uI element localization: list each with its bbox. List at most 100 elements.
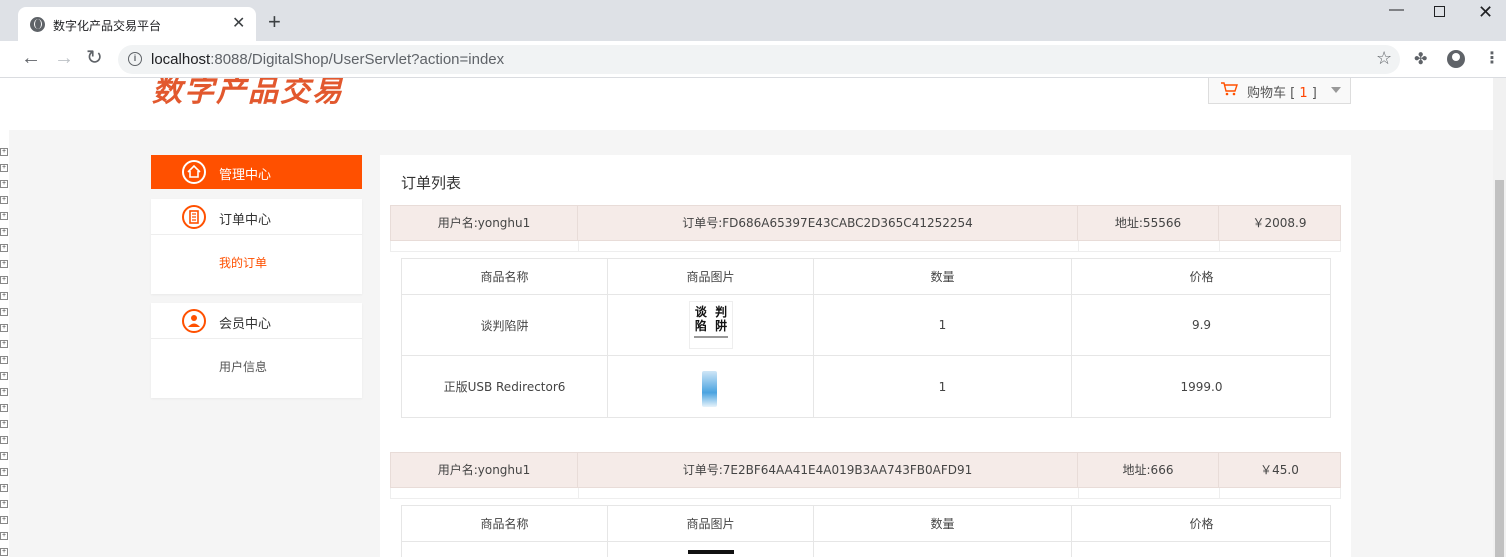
sidebar-order-label: 订单中心	[219, 213, 272, 228]
gutter-expand-icon: +	[0, 532, 8, 540]
reload-icon[interactable]: ↻	[86, 45, 103, 70]
site-header: 数字产品交易 购物车 [ 1 ]	[9, 78, 1493, 130]
globe-icon	[30, 17, 45, 32]
col-header-price: 价格	[1189, 270, 1214, 284]
chevron-down-icon	[1331, 87, 1341, 93]
gutter-expand-icon: +	[0, 340, 8, 348]
sidebar-link-user-info[interactable]: 用户信息	[219, 358, 267, 375]
item-price: 9.9	[1191, 318, 1212, 332]
gutter-expand-icon: +	[0, 388, 8, 396]
gutter-expand-icon: +	[0, 372, 8, 380]
order-items-table: 商品名称 商品图片 数量 价格	[401, 505, 1331, 557]
gutter-expand-icon: +	[0, 548, 8, 556]
cart-button[interactable]: 购物车 [ 1 ]	[1208, 78, 1351, 104]
menu-icon[interactable]: ⋮	[1484, 48, 1500, 68]
col-header-name: 商品名称	[402, 506, 608, 541]
gutter-expand-icon: +	[0, 436, 8, 444]
gutter-expand-icon: +	[0, 420, 8, 428]
gutter-expand-icon: +	[0, 180, 8, 188]
order-total: ￥2008.9	[1252, 216, 1307, 230]
gutter-expand-icon: +	[0, 468, 8, 476]
sidebar-member-section: 会员中心 用户信息	[151, 303, 362, 398]
item-image-cell	[608, 542, 814, 557]
item-name: 正版USB Redirector6	[402, 356, 608, 417]
sidebar-item-member-center[interactable]: 会员中心	[151, 303, 362, 339]
order-user: 用户名:yonghu1	[391, 206, 578, 240]
sidebar-item-admin-center[interactable]: 管理中心	[151, 155, 362, 189]
col-header-image: 商品图片	[608, 259, 814, 294]
cart-label: 购物车 [ 1 ]	[1247, 86, 1317, 101]
table-header-row: 商品名称 商品图片 数量 价格	[402, 259, 1330, 295]
extensions-icon[interactable]: ✤	[1414, 49, 1427, 69]
gutter-expand-icon: +	[0, 356, 8, 364]
left-gutter: + + + + + + + + + + + + + + + + + + + + + + + + + +	[0, 78, 9, 557]
product-image[interactable]	[687, 550, 734, 554]
order-number: 订单号:7E2BF64AA41E4A019B3AA743FB0AFD91	[578, 453, 1078, 487]
url-input[interactable]: i localhost:8088/DigitalShop/UserServlet…	[118, 45, 1400, 74]
order-header: 用户名:yonghu1 订单号:FD686A65397E43CABC2D365C…	[390, 205, 1341, 241]
page-viewport: 数字产品交易 购物车 [ 1 ] 管理中心 订单中心 我的订单 会员中心 用户信…	[9, 78, 1493, 557]
order-address: 地址:666	[1078, 453, 1219, 487]
cart-icon	[1221, 82, 1238, 96]
page-scrollbar[interactable]	[1493, 78, 1506, 557]
table-row: 谈判陷阱 谈 判 陷 阱 1 9.9	[402, 295, 1330, 356]
window-close-icon[interactable]: ✕	[1478, 2, 1493, 23]
maximize-icon[interactable]	[1434, 6, 1445, 17]
browser-tab[interactable]: 数字化产品交易平台 ✕	[18, 7, 256, 41]
user-icon	[182, 309, 206, 333]
url-text: localhost:8088/DigitalShop/UserServlet?a…	[151, 51, 504, 68]
item-qty-cell	[814, 542, 1072, 557]
sidebar-admin-label: 管理中心	[219, 168, 272, 183]
plus-icon[interactable]: +	[268, 9, 281, 35]
scrollbar-thumb[interactable]	[1495, 180, 1504, 557]
table-header-row: 商品名称 商品图片 数量 价格	[402, 506, 1330, 542]
close-icon[interactable]: ✕	[232, 13, 245, 33]
site-logo[interactable]: 数字产品交易	[152, 78, 344, 110]
browser-tab-bar: 数字化产品交易平台 ✕ + — ✕	[0, 0, 1506, 41]
minimize-icon[interactable]: —	[1389, 1, 1404, 18]
order-user: 用户名:yonghu1	[391, 453, 578, 487]
gutter-expand-icon: +	[0, 452, 8, 460]
item-qty: 1	[814, 295, 1072, 355]
order-number: 订单号:FD686A65397E43CABC2D365C41252254	[578, 206, 1078, 240]
sidebar-item-order-center[interactable]: 订单中心	[151, 199, 362, 235]
back-icon[interactable]: ←	[21, 47, 41, 70]
item-name-cell	[402, 542, 608, 557]
product-image[interactable]	[689, 363, 733, 411]
order-items-table: 商品名称 商品图片 数量 价格 谈判陷阱 谈 判 陷 阱 1 9.9 正版USB…	[401, 258, 1331, 418]
gutter-expand-icon: +	[0, 148, 8, 156]
gutter-expand-icon: +	[0, 212, 8, 220]
col-header-name: 商品名称	[402, 259, 608, 294]
table-row: 正版USB Redirector6 1 1999.0	[402, 356, 1330, 417]
url-host: localhost	[151, 51, 211, 68]
gutter-expand-icon: +	[0, 244, 8, 252]
page-title: 订单列表	[401, 174, 462, 192]
item-name: 谈判陷阱	[402, 295, 608, 355]
order-header: 用户名:yonghu1 订单号:7E2BF64AA41E4A019B3AA743…	[390, 452, 1341, 488]
profile-icon[interactable]	[1447, 50, 1465, 68]
gutter-expand-icon: +	[0, 196, 8, 204]
book-cover-title: 谈 判 陷 阱	[694, 305, 730, 333]
cart-text: 购物车	[1247, 86, 1287, 101]
info-icon[interactable]: i	[128, 52, 142, 66]
order-header-spacer	[390, 241, 1341, 252]
tab-title: 数字化产品交易平台	[53, 19, 162, 33]
sidebar-link-my-orders[interactable]: 我的订单	[219, 254, 267, 271]
item-qty: 1	[814, 356, 1072, 417]
col-header-image: 商品图片	[608, 506, 814, 541]
gutter-expand-icon: +	[0, 516, 8, 524]
order-list-panel: 订单列表 用户名:yonghu1 订单号:FD686A65397E43CABC2…	[380, 155, 1351, 557]
gutter-expand-icon: +	[0, 292, 8, 300]
gutter-expand-icon: +	[0, 324, 8, 332]
gutter-expand-icon: +	[0, 484, 8, 492]
star-icon[interactable]: ☆	[1376, 48, 1392, 69]
forward-icon[interactable]: →	[54, 47, 74, 70]
col-header-qty: 数量	[814, 259, 1072, 294]
gutter-expand-icon: +	[0, 500, 8, 508]
col-header-price: 价格	[1189, 517, 1214, 531]
cart-count: 1	[1299, 86, 1308, 101]
col-header-qty: 数量	[814, 506, 1072, 541]
product-image[interactable]: 谈 判 陷 阱	[688, 301, 733, 349]
gutter-expand-icon: +	[0, 260, 8, 268]
gutter-expand-icon: +	[0, 404, 8, 412]
